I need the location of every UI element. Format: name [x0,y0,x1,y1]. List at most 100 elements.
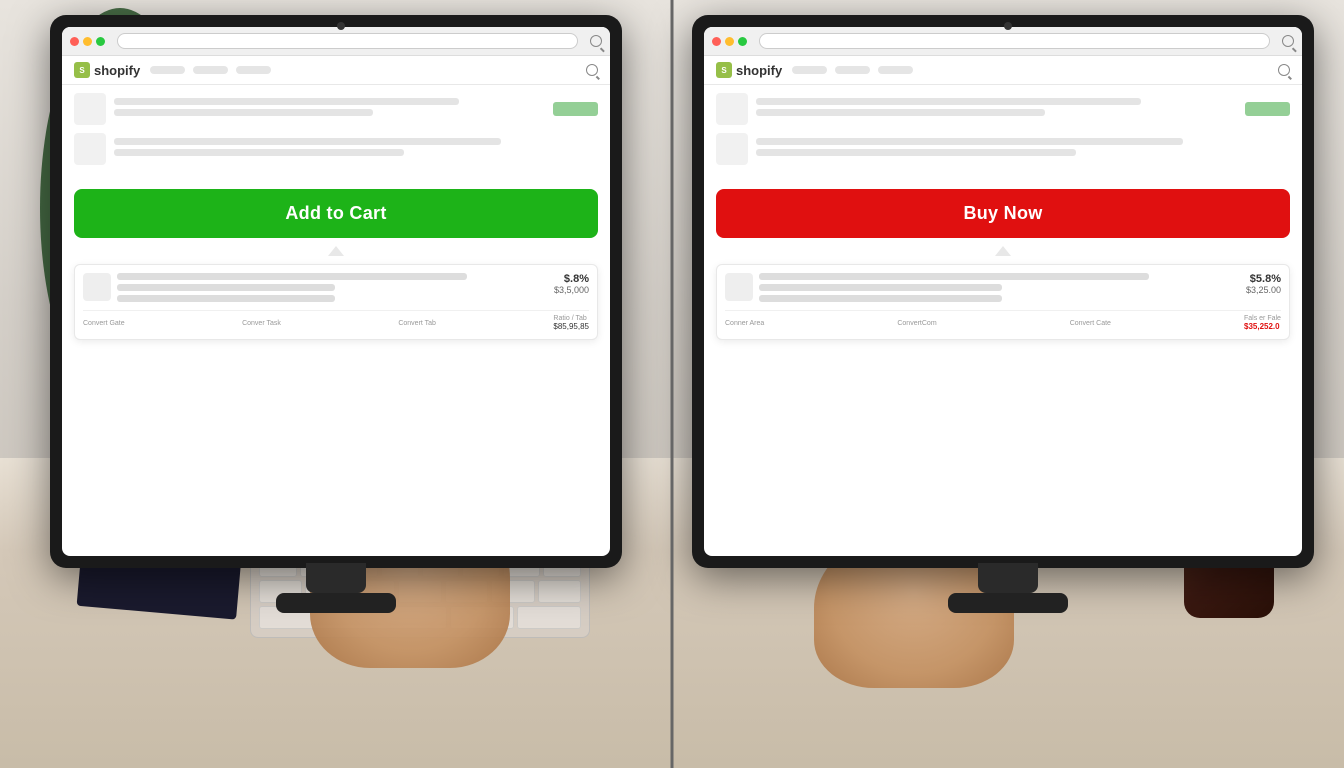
left-analytics-title-block [117,273,554,306]
right-analytics-stats: $5.8% $3,25.00 [1246,273,1281,295]
right-analytics-card: $5.8% $3,25.00 Conner Area ConvertCom Co… [716,264,1290,340]
left-product-line-1 [114,98,459,105]
right-shopify-logo-icon: S [716,62,732,78]
left-nav-items [150,66,271,74]
right-product-line-1 [756,98,1141,105]
left-tl-green[interactable] [96,37,105,46]
left-traffic-lights [70,37,105,46]
left-nav-item-1 [150,66,185,74]
left-nav-search-icon[interactable] [586,64,598,76]
left-footer-value-4: $85,95,85 [553,322,589,331]
right-footer-label-3: Convert Cate [1070,320,1111,327]
right-footer-col-4: Fals er Fale $35,252.0 [1244,315,1281,331]
right-footer-value-4: $35,252.0 [1244,322,1281,331]
left-product-info-1 [114,98,545,120]
left-product-thumb-2 [74,133,106,165]
left-analytics-thumb [83,273,111,301]
left-shopify-logo-icon: S [74,62,90,78]
left-analytics-title-line-1 [117,273,467,280]
right-product-badge-1 [1245,102,1290,116]
right-analytics-header: $5.8% $3,25.00 [725,273,1281,306]
left-shopify-logo: S shopify [74,62,140,78]
left-tl-yellow[interactable] [83,37,92,46]
left-monitor-section: S shopify [0,0,672,768]
right-shopify-text: shopify [736,63,782,78]
right-product-info-1 [756,98,1237,120]
right-analytics-title-line-2 [759,284,1002,291]
right-cta-container: Buy Now [704,181,1302,246]
add-to-cart-button[interactable]: Add to Cart [74,189,598,238]
right-url-bar[interactable] [759,33,1270,49]
left-nav-item-2 [193,66,228,74]
right-tl-yellow[interactable] [725,37,734,46]
right-tl-red[interactable] [712,37,721,46]
right-analytics-title-line-1 [759,273,1149,280]
right-footer-label-4: Fals er Fale [1244,315,1281,322]
right-monitor-stand [978,563,1038,593]
left-footer-label-3: Convert Tab [398,320,436,327]
left-product-row-1 [74,93,598,125]
left-monitor-base [276,593,396,613]
left-product-thumb-1 [74,93,106,125]
left-footer-label-1: Convert Gate [83,320,125,327]
left-footer-col-4: Ratio / Tab $85,95,85 [553,315,589,331]
right-monitor-screen: S shopify [704,27,1302,556]
left-product-badge-1 [553,102,598,116]
right-analytics-rate: $5.8% [1246,273,1281,285]
right-footer-label-1: Conner Area [725,320,764,327]
right-nav-item-3 [878,66,913,74]
left-tl-red[interactable] [70,37,79,46]
right-analytics-revenue: $3,25.00 [1246,285,1281,295]
right-arrow-pointer [716,246,1290,258]
right-nav-search-icon[interactable] [1278,64,1290,76]
left-webcam-dot [337,22,345,30]
left-browser-chrome [62,27,610,56]
left-product-line-4 [114,149,404,156]
right-footer-col-1: Conner Area [725,320,764,327]
right-footer-col-2: ConvertCom [897,320,936,327]
right-product-area [704,85,1302,181]
left-arrow-pointer [74,246,598,258]
left-shopify-nav: S shopify [62,56,610,85]
right-product-info-2 [756,138,1290,160]
left-browser-search-icon[interactable] [590,35,602,47]
left-analytics-footer: Convert Gate Conver Task Convert Tab Rat… [83,310,589,331]
left-footer-label-4: Ratio / Tab [553,315,589,322]
left-shopify-text: shopify [94,63,140,78]
right-analytics-footer: Conner Area ConvertCom Convert Cate Fals… [725,310,1281,331]
right-monitor-section: S shopify [672,0,1344,768]
right-footer-col-3: Convert Cate [1070,320,1111,327]
left-product-area [62,85,610,181]
right-nav-items [792,66,913,74]
right-analytics-title-line-3 [759,295,1002,302]
right-monitor-outer: S shopify [692,15,1314,568]
left-footer-col-2: Conver Task [242,320,281,327]
right-product-line-3 [756,138,1183,145]
right-browser-search-icon[interactable] [1282,35,1294,47]
right-product-line-4 [756,149,1076,156]
right-browser-chrome [704,27,1302,56]
left-analytics-title-line-3 [117,295,335,302]
right-tl-green[interactable] [738,37,747,46]
left-footer-col-1: Convert Gate [83,320,125,327]
right-nav-item-1 [792,66,827,74]
right-product-thumb-2 [716,133,748,165]
left-footer-col-3: Convert Tab [398,320,436,327]
center-divider [671,0,674,768]
left-nav-item-3 [236,66,271,74]
left-analytics-revenue: $3,5,000 [554,285,589,295]
right-monitor-base [948,593,1068,613]
buy-now-button[interactable]: Buy Now [716,189,1290,238]
right-nav-item-2 [835,66,870,74]
left-url-bar[interactable] [117,33,578,49]
right-footer-label-2: ConvertCom [897,320,936,327]
right-traffic-lights [712,37,747,46]
left-analytics-rate: $.8% [554,273,589,285]
left-analytics-header: $.8% $3,5,000 [83,273,589,306]
left-product-line-3 [114,138,501,145]
right-analytics-thumb [725,273,753,301]
right-product-line-2 [756,109,1045,116]
right-webcam-dot [1004,22,1012,30]
left-monitor-screen: S shopify [62,27,610,556]
left-monitor-stand [306,563,366,593]
